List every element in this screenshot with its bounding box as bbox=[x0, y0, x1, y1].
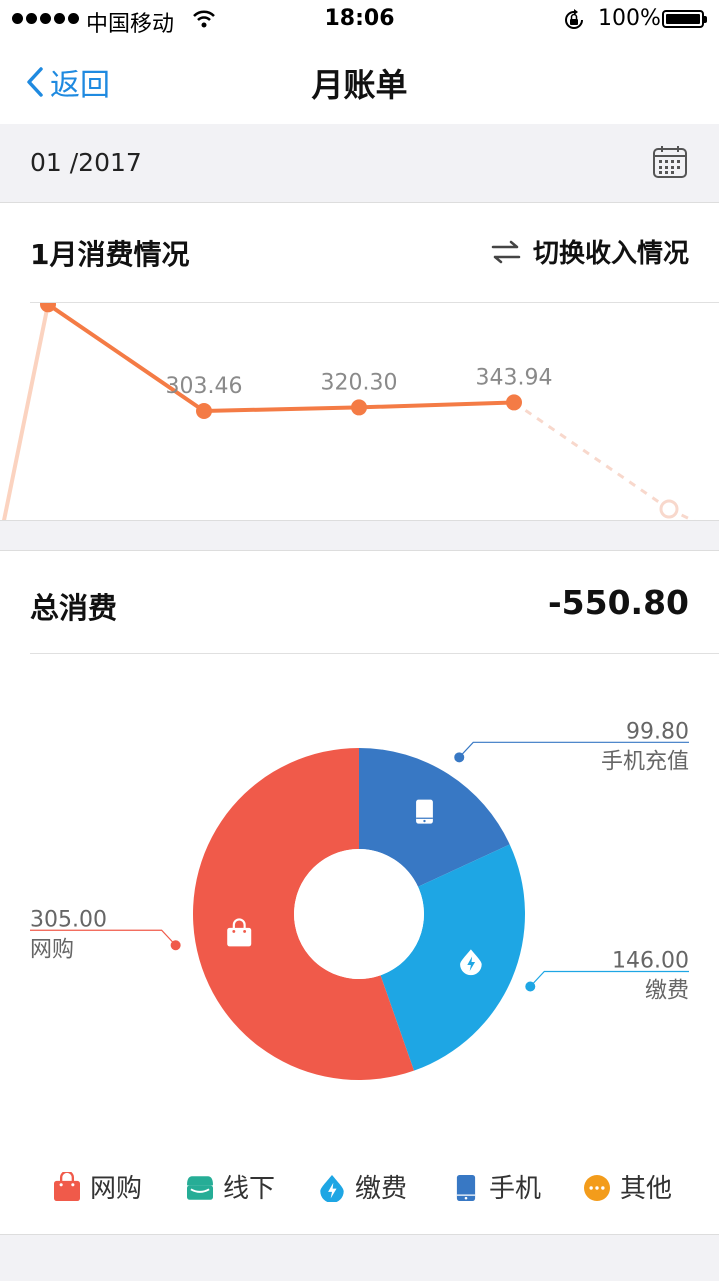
trend-value-label: 320.30 bbox=[321, 370, 398, 395]
section-gap bbox=[0, 521, 719, 551]
trend-title: 1月消费情况 bbox=[30, 238, 190, 271]
store-icon bbox=[187, 1175, 213, 1200]
drop-bolt-icon bbox=[320, 1174, 344, 1202]
legend-item[interactable]: 缴费 bbox=[317, 1168, 407, 1205]
selected-month: 01 /2017 bbox=[30, 148, 142, 177]
total-divider bbox=[30, 653, 719, 654]
legend-item[interactable]: 线下 bbox=[185, 1168, 275, 1205]
rotation-lock-icon bbox=[565, 9, 583, 29]
legend-item[interactable]: 网购 bbox=[52, 1168, 142, 1205]
slice-name-label: 缴费 bbox=[645, 979, 689, 1004]
trend-points: 808.99303.46320.30343.94 bbox=[40, 303, 679, 519]
legend-label: 缴费 bbox=[355, 1174, 408, 1204]
legend-item[interactable]: 其他 bbox=[582, 1168, 672, 1205]
legend-label: 其他 bbox=[620, 1174, 673, 1204]
legend-label: 网购 bbox=[90, 1174, 143, 1204]
phone-icon bbox=[456, 1174, 476, 1201]
slice-callout: 146.00 缴费 bbox=[525, 949, 689, 1004]
total-section: 总消费 -550.80 99.80 手机充值 146.00 缴费 305.00 网购 bbox=[0, 551, 719, 1234]
legend-label: 线下 bbox=[223, 1174, 276, 1204]
trend-section: 1月消费情况 切换收入情况 808.99303.46320.30343.949月… bbox=[0, 203, 719, 521]
slice-name-label: 手机充值 bbox=[601, 749, 689, 774]
trend-value-label: 343.94 bbox=[476, 365, 553, 390]
slice-name-label: 网购 bbox=[30, 937, 74, 962]
shopping-bag-icon bbox=[54, 1171, 80, 1201]
slice-value-label: 305.00 bbox=[30, 907, 107, 932]
legend-item[interactable]: 手机 bbox=[451, 1168, 541, 1205]
page-title: 月账单 bbox=[311, 66, 408, 104]
swap-arrows-icon bbox=[491, 240, 521, 263]
trend-point[interactable] bbox=[351, 399, 367, 416]
slice-value-label: 99.80 bbox=[626, 719, 689, 744]
battery-icon bbox=[662, 10, 707, 28]
total-value: -550.80 bbox=[547, 583, 689, 622]
trend-value-label: 303.46 bbox=[166, 374, 243, 399]
navigation-bar: 返回 月账单 bbox=[0, 40, 719, 125]
category-legend: 网购 线下 缴费 手机 其他 bbox=[0, 1168, 719, 1212]
monthly-trend-chart: 808.99303.46320.30343.949月10月11月12月1月 bbox=[2, 303, 696, 520]
switch-income-button[interactable]: 切换收入情况 bbox=[491, 233, 689, 270]
date-selector[interactable]: 01 /2017 bbox=[0, 124, 719, 203]
legend-label: 手机 bbox=[489, 1174, 542, 1204]
slice-value-label: 146.00 bbox=[612, 949, 689, 974]
trend-point[interactable] bbox=[40, 303, 56, 313]
status-bar: 中国移动 18:06 100% bbox=[0, 0, 719, 40]
trend-point[interactable] bbox=[506, 394, 522, 411]
calendar-icon[interactable] bbox=[652, 144, 688, 180]
phone-icon bbox=[416, 799, 433, 824]
donut-hole bbox=[294, 849, 424, 979]
battery-percent: 100% bbox=[598, 6, 661, 31]
slice-callout: 99.80 手机充值 bbox=[454, 719, 689, 774]
slice-callout: 305.00 网购 bbox=[30, 907, 181, 962]
bottom-gap bbox=[0, 1234, 719, 1281]
trend-point[interactable] bbox=[196, 402, 212, 419]
dots-icon bbox=[584, 1174, 610, 1201]
spending-donut-chart: 99.80 手机充值 146.00 缴费 305.00 网购 bbox=[30, 719, 689, 1080]
current-month-marker[interactable] bbox=[659, 499, 679, 519]
switch-income-label: 切换收入情况 bbox=[532, 239, 689, 269]
total-label: 总消费 bbox=[30, 591, 118, 625]
